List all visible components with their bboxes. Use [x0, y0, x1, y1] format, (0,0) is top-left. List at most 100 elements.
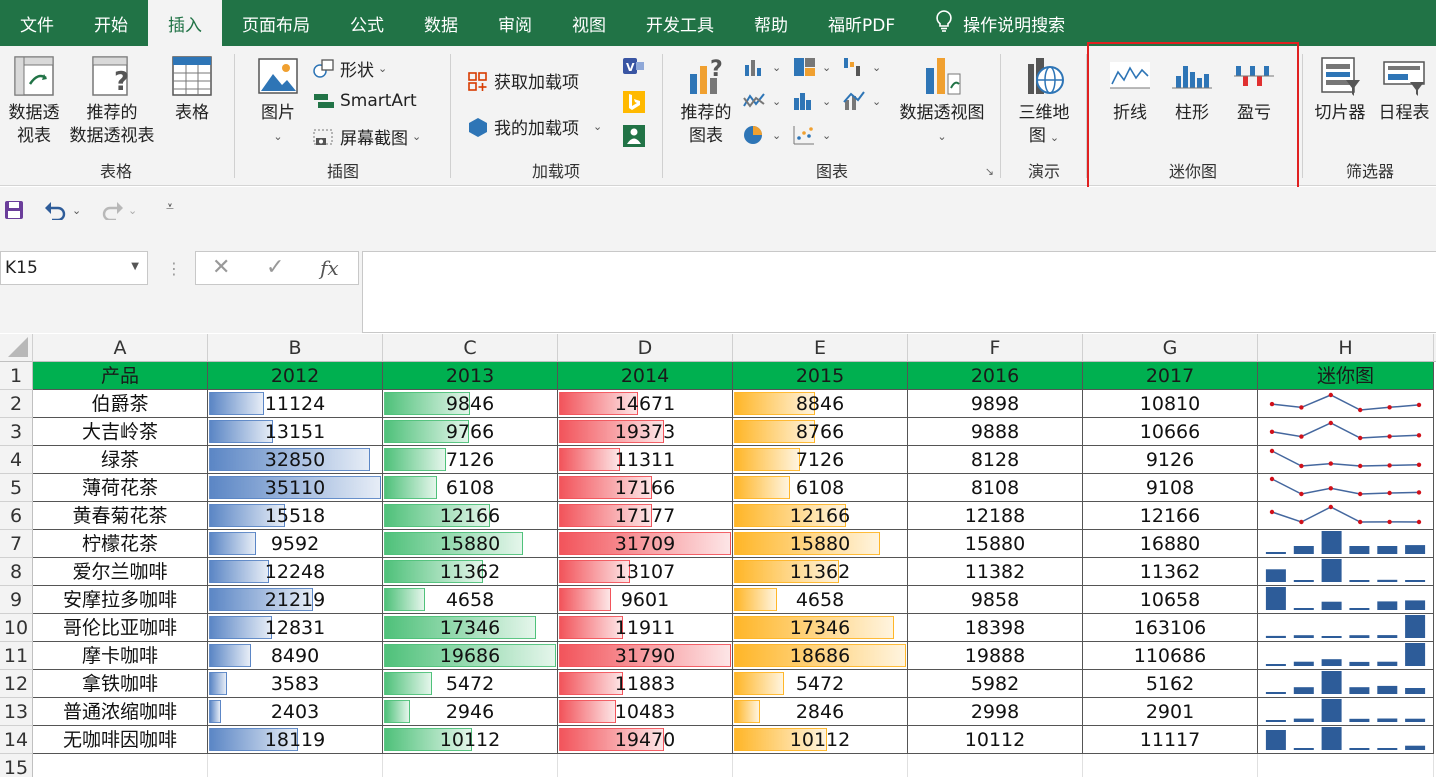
value-cell[interactable]: 13107: [558, 558, 733, 586]
value-cell[interactable]: 17166: [558, 474, 733, 502]
tab-data[interactable]: 数据: [404, 0, 478, 46]
waterfall-chart-button[interactable]: ⌄: [842, 56, 881, 78]
scatter-chart-button[interactable]: ⌄: [792, 124, 831, 146]
tab-foxit-pdf[interactable]: 福昕PDF: [808, 0, 915, 46]
product-cell[interactable]: 哥伦比亚咖啡: [33, 614, 208, 642]
empty-cell[interactable]: [1258, 754, 1434, 777]
column-header-h[interactable]: H: [1258, 334, 1434, 362]
pie-chart-button[interactable]: ⌄: [742, 124, 781, 146]
column-chart-button[interactable]: ⌄: [742, 56, 781, 78]
value-cell[interactable]: 163106: [1083, 614, 1258, 642]
value-cell[interactable]: 11911: [558, 614, 733, 642]
sparkline-cell[interactable]: [1258, 726, 1434, 754]
value-cell[interactable]: 9601: [558, 586, 733, 614]
empty-cell[interactable]: [33, 754, 208, 777]
row-header-5[interactable]: 5: [0, 474, 33, 502]
customize-qat-icon[interactable]: ⩡: [166, 199, 174, 215]
product-cell[interactable]: 普通浓缩咖啡: [33, 698, 208, 726]
tab-page-layout[interactable]: 页面布局: [222, 0, 330, 46]
pivot-chart-button[interactable]: 数据透视图 ⌄: [892, 54, 992, 148]
visio-addin-button[interactable]: V: [622, 56, 646, 78]
hierarchy-chart-button[interactable]: ⌄: [792, 56, 831, 78]
row-header-14[interactable]: 14: [0, 726, 33, 754]
value-cell[interactable]: 15518: [208, 502, 383, 530]
value-cell[interactable]: 18398: [908, 614, 1083, 642]
value-cell[interactable]: 11883: [558, 670, 733, 698]
header-cell[interactable]: 2013: [383, 362, 558, 390]
value-cell[interactable]: 12248: [208, 558, 383, 586]
value-cell[interactable]: 110686: [1083, 642, 1258, 670]
header-cell[interactable]: 2014: [558, 362, 733, 390]
value-cell[interactable]: 4658: [383, 586, 558, 614]
empty-cell[interactable]: [208, 754, 383, 777]
slicer-button[interactable]: 切片器: [1310, 54, 1370, 125]
value-cell[interactable]: 18119: [208, 726, 383, 754]
save-icon[interactable]: [4, 200, 24, 224]
header-cell[interactable]: 2017: [1083, 362, 1258, 390]
value-cell[interactable]: 10483: [558, 698, 733, 726]
row-header-13[interactable]: 13: [0, 698, 33, 726]
row-header-2[interactable]: 2: [0, 390, 33, 418]
value-cell[interactable]: 3583: [208, 670, 383, 698]
value-cell[interactable]: 2998: [908, 698, 1083, 726]
value-cell[interactable]: 12166: [1083, 502, 1258, 530]
value-cell[interactable]: 17346: [733, 614, 908, 642]
sparkline-cell[interactable]: [1258, 530, 1434, 558]
pivot-table-button[interactable]: 数据透 视表: [4, 54, 64, 148]
column-header-e[interactable]: E: [733, 334, 908, 362]
row-header-15[interactable]: 15: [0, 754, 33, 777]
value-cell[interactable]: 12166: [733, 502, 908, 530]
value-cell[interactable]: 6108: [733, 474, 908, 502]
product-cell[interactable]: 薄荷花茶: [33, 474, 208, 502]
value-cell[interactable]: 7126: [383, 446, 558, 474]
value-cell[interactable]: 12831: [208, 614, 383, 642]
value-cell[interactable]: 5472: [733, 670, 908, 698]
column-header-g[interactable]: G: [1083, 334, 1258, 362]
product-cell[interactable]: 爱尔兰咖啡: [33, 558, 208, 586]
formula-input[interactable]: [362, 251, 1436, 333]
value-cell[interactable]: 31790: [558, 642, 733, 670]
header-cell[interactable]: 2012: [208, 362, 383, 390]
row-header-11[interactable]: 11: [0, 642, 33, 670]
column-header-f[interactable]: F: [908, 334, 1083, 362]
value-cell[interactable]: 5982: [908, 670, 1083, 698]
product-cell[interactable]: 黄春菊花茶: [33, 502, 208, 530]
value-cell[interactable]: 8108: [908, 474, 1083, 502]
product-cell[interactable]: 安摩拉多咖啡: [33, 586, 208, 614]
value-cell[interactable]: 12188: [908, 502, 1083, 530]
get-addins-button[interactable]: 获取加载项: [466, 68, 579, 93]
value-cell[interactable]: 15880: [908, 530, 1083, 558]
value-cell[interactable]: 14671: [558, 390, 733, 418]
timeline-button[interactable]: 日程表: [1374, 54, 1434, 125]
row-header-6[interactable]: 6: [0, 502, 33, 530]
select-all-corner[interactable]: [0, 334, 33, 362]
column-header-b[interactable]: B: [208, 334, 383, 362]
value-cell[interactable]: 17177: [558, 502, 733, 530]
header-cell[interactable]: 迷你图: [1258, 362, 1434, 390]
sparkline-cell[interactable]: [1258, 446, 1434, 474]
product-cell[interactable]: 无咖啡因咖啡: [33, 726, 208, 754]
empty-cell[interactable]: [383, 754, 558, 777]
tab-help[interactable]: 帮助: [734, 0, 808, 46]
product-cell[interactable]: 大吉岭茶: [33, 418, 208, 446]
header-cell[interactable]: 2015: [733, 362, 908, 390]
shapes-button[interactable]: 形状 ⌄: [312, 56, 387, 81]
name-box[interactable]: K15 ▼: [0, 251, 148, 285]
value-cell[interactable]: 5162: [1083, 670, 1258, 698]
value-cell[interactable]: 7126: [733, 446, 908, 474]
empty-cell[interactable]: [908, 754, 1083, 777]
sparkline-cell[interactable]: [1258, 698, 1434, 726]
value-cell[interactable]: 2846: [733, 698, 908, 726]
value-cell[interactable]: 13151: [208, 418, 383, 446]
sparkline-cell[interactable]: [1258, 502, 1434, 530]
sparkline-cell[interactable]: [1258, 670, 1434, 698]
sparkline-cell[interactable]: [1258, 586, 1434, 614]
line-chart-button[interactable]: ⌄: [742, 90, 781, 112]
row-header-12[interactable]: 12: [0, 670, 33, 698]
value-cell[interactable]: 11362: [1083, 558, 1258, 586]
insert-function-button[interactable]: fx: [320, 256, 339, 280]
value-cell[interactable]: 15880: [733, 530, 908, 558]
value-cell[interactable]: 11124: [208, 390, 383, 418]
header-cell[interactable]: 产品: [33, 362, 208, 390]
value-cell[interactable]: 10112: [908, 726, 1083, 754]
